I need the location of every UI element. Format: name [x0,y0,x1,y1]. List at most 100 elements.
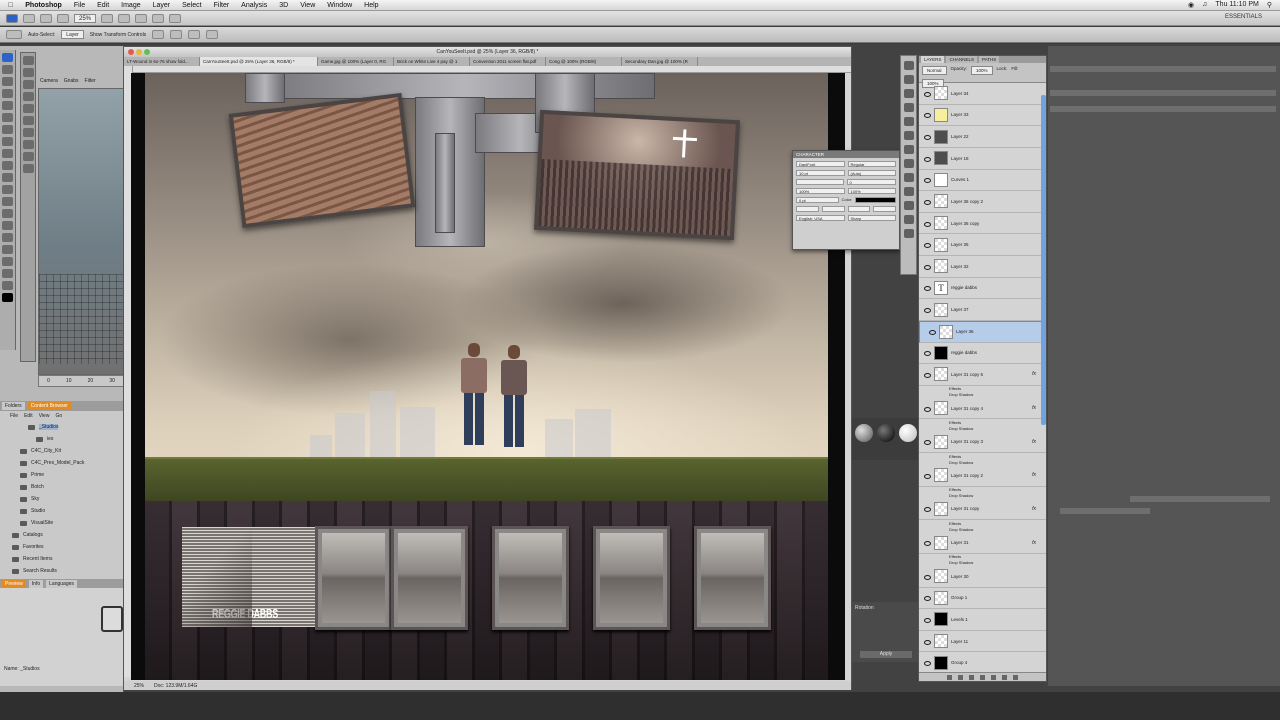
artwork[interactable]: REGGIE DABBS [145,73,828,680]
adjustment-layer-icon[interactable] [980,674,985,680]
antialias-select[interactable]: Sharp [847,215,896,221]
bridge-menu-file[interactable]: File [10,413,18,419]
font-size-input[interactable]: 10 pt [796,170,845,176]
text-color-swatch[interactable] [855,197,897,203]
opacity-input[interactable]: 100% [971,66,993,75]
layer-row[interactable]: Layer 34 [919,83,1046,105]
menu-view[interactable]: View [300,2,315,9]
menu-help[interactable]: Help [364,2,378,9]
visibility-eye-icon[interactable] [923,540,931,547]
visibility-eye-icon[interactable] [928,329,936,336]
folder-item[interactable]: Sky [0,493,124,505]
visibility-eye-icon[interactable] [923,595,931,602]
doc-tab[interactable]: Brick on White Live 4 pay @ 1 [394,57,470,66]
layer-row[interactable]: Treggie dabbs [919,278,1046,300]
clone-source-icon[interactable] [903,201,914,210]
blend-mode-select[interactable]: Normal [922,66,947,75]
tab-camera[interactable]: Camera [40,78,58,84]
hand-tool-icon[interactable] [2,269,13,278]
type-tool-icon[interactable] [2,221,13,230]
history-brush-icon[interactable] [2,161,13,170]
zoom-level[interactable]: 25% [74,13,97,23]
folder-item[interactable]: C4C_Pres_Model_Pack [0,457,124,469]
layer-row[interactable]: Group 1 [919,588,1046,610]
tab-layers[interactable]: LAYERS [921,56,945,63]
layer-row[interactable]: Layer 31 copy 4 fx [919,398,1046,420]
visibility-eye-icon[interactable] [923,473,931,479]
visibility-eye-icon[interactable] [923,285,931,292]
faux-bold-button[interactable] [796,206,819,212]
bridge-menu-edit[interactable]: Edit [24,413,33,419]
menu-edit[interactable]: Edit [97,2,109,9]
bridge-menu-go[interactable]: Go [55,413,62,419]
visibility-eye-icon[interactable] [923,199,931,205]
folder-item[interactable]: C4C_City_Kit [0,445,124,457]
marquee-tool-icon[interactable] [2,65,13,74]
zoom-tool-icon[interactable] [118,13,131,23]
tracking-input[interactable]: 0 [846,179,896,185]
visibility-eye-icon[interactable] [923,574,931,580]
layer-row[interactable]: Curves 1 [919,170,1046,192]
lasso-tool-icon[interactable] [2,77,13,86]
styles-icon[interactable] [903,117,914,126]
extras-icon[interactable] [57,13,69,23]
visibility-eye-icon[interactable] [923,439,931,446]
menu-select[interactable]: Select [182,2,201,9]
menu-filter[interactable]: Filter [214,2,230,9]
vertical-scale-input[interactable]: 100% [796,188,845,194]
auto-select-dropdown[interactable]: Layer [61,30,84,39]
visibility-eye-icon[interactable] [923,221,931,227]
layer-style-icon[interactable] [958,674,963,680]
tab-gnabs[interactable]: Gnabs [64,78,79,84]
menu-file[interactable]: File [74,2,85,9]
paragraph-icon[interactable] [903,173,914,182]
healing-tool-icon[interactable] [2,125,13,134]
layer-row[interactable]: Layer 32 [919,256,1046,278]
eyedropper-tool-icon[interactable] [2,113,13,122]
character-icon[interactable] [903,159,914,168]
menu-window[interactable]: Window [327,2,352,9]
distribute-icon[interactable] [188,30,201,39]
folder-item[interactable]: Recent Items [0,553,124,565]
folder-item[interactable]: _Studios [0,421,124,433]
new-group-icon[interactable] [991,674,996,680]
visibility-eye-icon[interactable] [923,242,931,249]
faux-italic-button[interactable] [821,206,845,212]
visibility-eye-icon[interactable] [923,639,931,645]
3d-tool-icon[interactable] [22,140,34,149]
underline-button[interactable] [873,206,896,212]
layers-scrollbar[interactable] [1041,95,1046,425]
path-select-icon[interactable] [2,233,13,242]
navigator-icon[interactable] [903,229,914,238]
status-zoom[interactable]: 25% [134,683,144,689]
material-sphere[interactable] [899,424,917,442]
rotate-view-icon[interactable] [135,13,148,23]
baseline-shift-input[interactable]: 0 pt [796,197,839,203]
visibility-eye-icon[interactable] [923,617,931,623]
fx-icon[interactable]: fx [1032,506,1036,512]
auto-select-checkbox[interactable]: Auto-Select: [28,32,55,38]
shape-tool-icon[interactable] [2,245,13,254]
language-select[interactable]: English: USA [796,215,845,221]
link-layers-icon[interactable] [947,674,952,680]
folder-item[interactable]: Favorites [0,541,124,553]
visibility-eye-icon[interactable] [923,350,931,357]
3d-tool-icon[interactable] [22,152,34,161]
screen-mode-icon[interactable] [169,13,182,23]
3d-tool-icon[interactable] [22,68,34,77]
font-style-select[interactable]: Regular [847,161,896,167]
tab-preview[interactable]: Preview [2,579,26,588]
bridge-menu-view[interactable]: View [39,413,50,419]
visibility-eye-icon[interactable] [923,506,931,513]
visibility-eye-icon[interactable] [923,112,931,119]
crop-tool-icon[interactable] [2,101,13,110]
layer-row[interactable]: Group 4 [919,652,1046,674]
material-sphere[interactable] [877,424,895,442]
folder-item[interactable]: Search Results [0,565,124,577]
brush-presets-icon[interactable] [903,187,914,196]
3d-tool-icon[interactable] [22,92,34,101]
move-tool-preset-icon[interactable] [6,30,22,39]
layer-row[interactable]: Layer 18 [919,148,1046,170]
bridge-icon[interactable] [23,13,35,23]
3d-viewport[interactable] [38,88,124,375]
